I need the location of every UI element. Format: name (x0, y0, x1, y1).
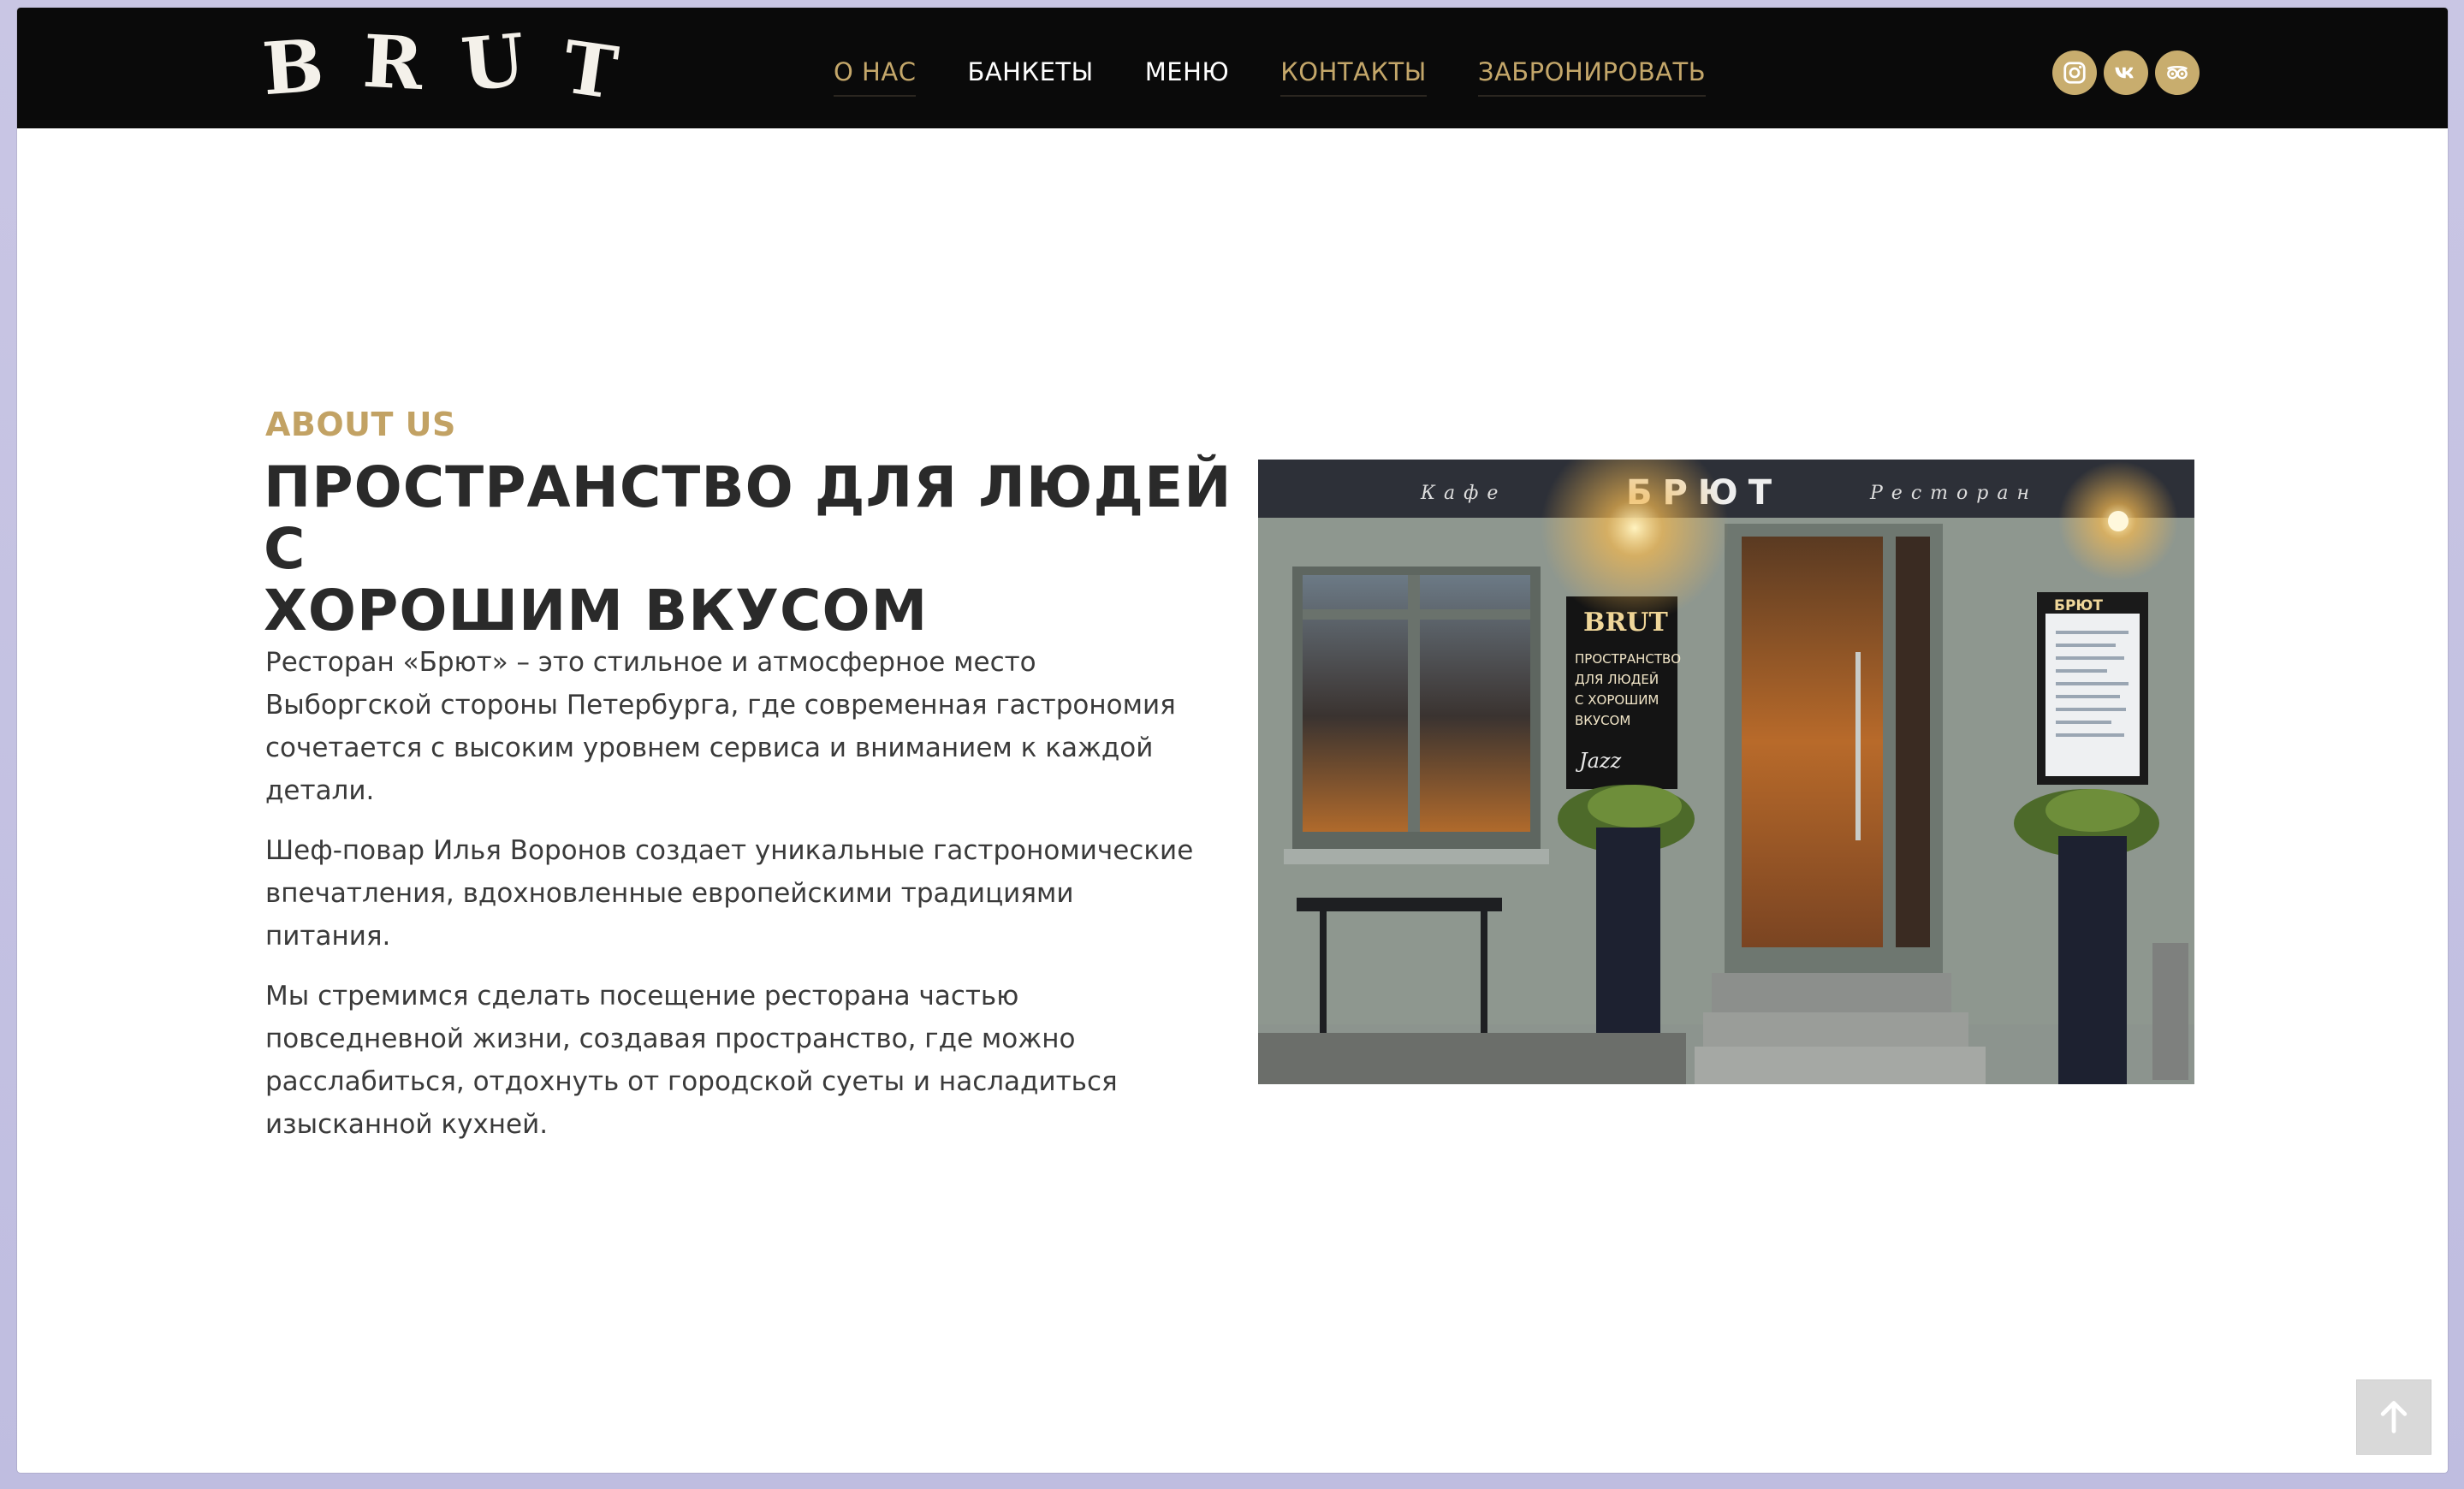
nav-item-menu[interactable]: МЕНЮ (1145, 57, 1229, 97)
main-nav: О НАС БАНКЕТЫ МЕНЮ КОНТАКТЫ ЗАБРОНИРОВАТ… (834, 57, 1707, 97)
about-paragraph: Мы стремимся сделать посещение ресторана… (265, 981, 1118, 1140)
menu-board-text: БРЮТ (2054, 597, 2103, 614)
about-text: Ресторан «Брют» – это стильное и атмосфе… (265, 641, 1207, 1163)
board-text: ДЛЯ ЛЮДЕЙ (1575, 671, 1659, 687)
board-text: ВКУСОМ (1575, 713, 1630, 728)
logo-letter: T (557, 23, 645, 119)
instagram-icon[interactable] (2052, 50, 2097, 95)
logo-letter: R (360, 18, 448, 107)
nav-item-about[interactable]: О НАС (834, 57, 917, 97)
arrow-up-icon (2380, 1401, 2408, 1433)
browser-window: B R U T О НАС БАНКЕТЫ МЕНЮ КОНТАКТЫ ЗАБР… (17, 8, 2448, 1473)
title-line: ХОРОШИМ ВКУСОМ (264, 578, 929, 644)
vk-icon[interactable] (2104, 50, 2148, 95)
tripadvisor-icon[interactable] (2155, 50, 2200, 95)
board-text: Jazz (1575, 749, 1622, 773)
back-to-top-button[interactable] (2356, 1379, 2431, 1455)
board-text: ПРОСТРАНСТВО (1575, 651, 1681, 667)
brut-logo[interactable]: B R U T (260, 15, 645, 118)
nav-item-banquets[interactable]: БАНКЕТЫ (967, 57, 1093, 97)
page-title: ПРОСТРАНСТВО ДЛЯ ЛЮДЕЙ С ХОРОШИМ ВКУСОМ (264, 457, 1239, 642)
about-paragraph: Ресторан «Брют» – это стильное и атмосфе… (265, 647, 1176, 806)
site-header: B R U T О НАС БАНКЕТЫ МЕНЮ КОНТАКТЫ ЗАБР… (17, 8, 2448, 128)
nav-item-book[interactable]: ЗАБРОНИРОВАТЬ (1477, 57, 1707, 97)
section-eyebrow: ABOUT US (265, 406, 456, 443)
awning-text: Ресторан (1869, 483, 2038, 504)
awning-text: Кафе (1420, 483, 1506, 504)
logo-letter: B (259, 21, 349, 111)
title-line: ПРОСТРАНСТВО ДЛЯ ЛЮДЕЙ С (264, 454, 1232, 582)
social-links (2052, 50, 2200, 95)
restaurant-facade-photo: Кафе БРЮТ Ресторан BRUT ПРОСТРАНСТВО ДЛЯ… (1258, 460, 2194, 1084)
about-paragraph: Шеф-повар Илья Воронов создает уникальны… (265, 835, 1194, 952)
nav-item-contacts[interactable]: КОНТАКТЫ (1280, 57, 1427, 97)
logo-letter: U (458, 15, 550, 107)
board-text: С ХОРОШИМ (1575, 692, 1659, 708)
